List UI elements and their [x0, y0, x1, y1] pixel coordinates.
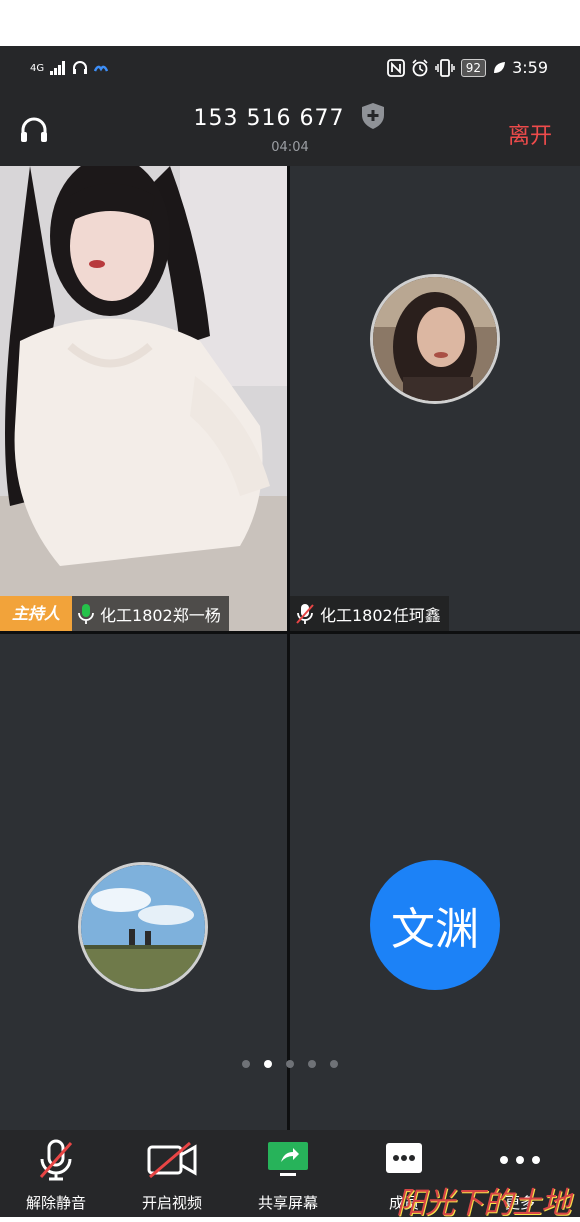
meeting-timer: 04:04 — [271, 140, 309, 155]
app-notification-icon — [94, 65, 109, 72]
share-screen-icon — [268, 1142, 308, 1176]
share-screen-button[interactable]: 共享屏幕 — [238, 1138, 338, 1213]
meeting-header: 153 516 677 04:04 离开 — [0, 96, 580, 166]
avatar-initials: 文渊 — [391, 904, 479, 955]
participant-text-avatar: 文渊 — [370, 860, 500, 990]
participant-avatar — [78, 862, 208, 992]
meeting-id: 153 516 677 — [193, 106, 345, 131]
vibrate-icon — [435, 58, 455, 77]
avatar-photo — [81, 865, 205, 989]
participant-tile-host[interactable]: 主持人 化工1802郑一杨 — [0, 166, 287, 631]
participant-tile-2[interactable]: 化工1802任珂鑫 — [290, 166, 580, 631]
participant-avatar — [370, 274, 500, 404]
mic-muted-icon — [39, 1139, 73, 1181]
status-bar: 4G 92 3:59 — [0, 46, 580, 96]
more-icon — [500, 1156, 540, 1164]
start-video-button[interactable]: 开启视频 — [122, 1138, 222, 1213]
leave-button[interactable]: 离开 — [508, 118, 552, 150]
signal-icon — [50, 61, 66, 75]
alarm-icon — [412, 58, 428, 76]
share-screen-label: 共享屏幕 — [257, 1194, 318, 1212]
meeting-id-row[interactable]: 153 516 677 — [0, 102, 580, 136]
unmute-button[interactable]: 解除静音 — [6, 1138, 106, 1213]
page-dot-active[interactable] — [264, 1060, 272, 1068]
watermark-text: 阳光下的土地 — [396, 1186, 571, 1221]
headset-status-icon — [73, 61, 88, 74]
mic-muted-icon — [296, 603, 314, 624]
participant-name-box: 化工1802任珂鑫 — [290, 596, 449, 631]
participant-video — [0, 166, 287, 631]
grid-divider-vertical — [287, 166, 290, 1130]
status-right: 92 3:59 — [386, 58, 548, 77]
page-indicator[interactable] — [0, 1060, 580, 1068]
participant-name: 化工1802任珂鑫 — [320, 605, 441, 625]
clock: 3:59 — [512, 58, 548, 77]
leaf-icon — [494, 61, 506, 73]
participant-name-box: 化工1802郑一杨 — [72, 596, 229, 631]
nfc-icon — [386, 58, 405, 77]
page-dot[interactable] — [330, 1060, 338, 1068]
battery-indicator: 92 — [460, 58, 487, 77]
top-blank-area — [0, 0, 580, 46]
video-off-icon — [147, 1141, 197, 1179]
mic-on-icon — [78, 603, 94, 624]
members-icon — [386, 1143, 422, 1173]
participant-tile-3[interactable] — [0, 634, 287, 1130]
security-shield-icon[interactable] — [360, 102, 386, 136]
start-video-label: 开启视频 — [141, 1194, 202, 1212]
page-dot[interactable] — [308, 1060, 316, 1068]
page-dot[interactable] — [242, 1060, 250, 1068]
participant-name: 化工1802郑一杨 — [100, 605, 221, 625]
grid-divider-horizontal — [0, 631, 580, 634]
avatar-photo — [373, 277, 497, 401]
participant-label: 化工1802任珂鑫 — [290, 596, 449, 631]
status-left: 4G — [30, 60, 109, 76]
host-label: 主持人 化工1802郑一杨 — [0, 596, 229, 631]
video-grid: 主持人 化工1802郑一杨 化工1802任珂鑫 文渊 — [0, 166, 580, 1130]
unmute-label: 解除静音 — [25, 1194, 86, 1212]
page-dot[interactable] — [286, 1060, 294, 1068]
host-badge: 主持人 — [0, 596, 73, 631]
network-type: 4G — [30, 62, 45, 74]
participant-tile-4[interactable]: 文渊 — [290, 634, 580, 1130]
